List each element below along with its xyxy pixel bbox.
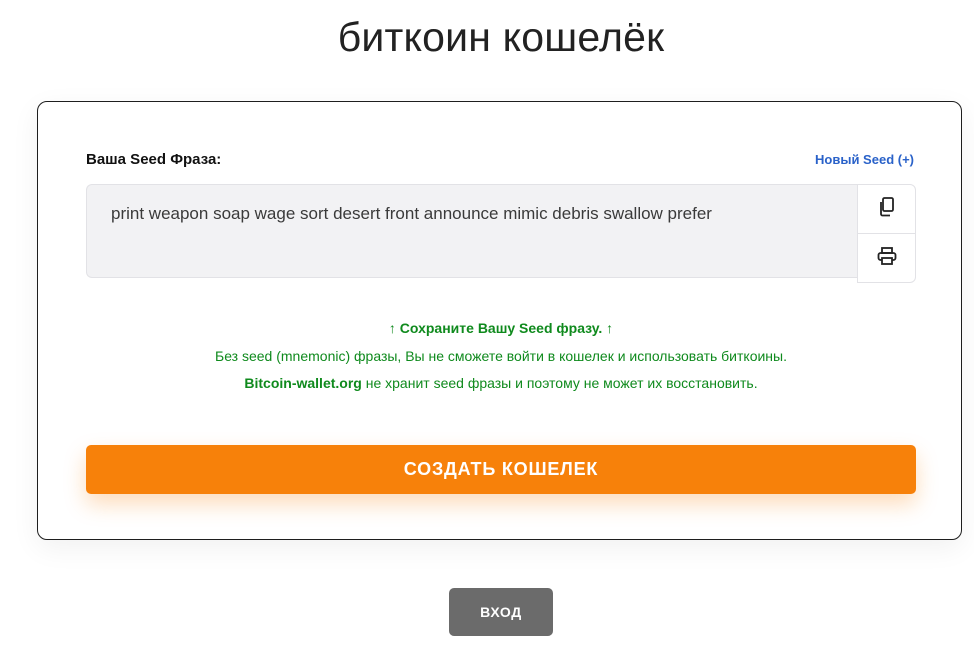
print-button[interactable] (858, 234, 915, 282)
printer-icon (877, 246, 897, 270)
login-button[interactable]: ВХОД (449, 588, 553, 636)
page: биткоин кошелёк Ваша Seed Фраза: Новый S… (0, 0, 974, 660)
seed-actions (857, 184, 916, 283)
copy-button[interactable] (858, 185, 915, 234)
create-wallet-button[interactable]: СОЗДАТЬ КОШЕЛЕК (86, 445, 916, 494)
copy-icon (878, 196, 896, 222)
save-seed-notice: ↑ Сохраните Вашу Seed фразу. ↑ (388, 320, 614, 336)
seed-card: Ваша Seed Фраза: Новый Seed (+) print we… (37, 101, 962, 540)
seed-phrase-label: Ваша Seed Фраза: (86, 151, 222, 168)
new-seed-link[interactable]: Новый Seed (+) (815, 152, 914, 167)
storage-disclaimer-text: не хранит seed фразы и поэтому не может … (361, 375, 758, 391)
storage-disclaimer: Bitcoin-wallet.org не хранит seed фразы … (86, 375, 916, 391)
brand-name: Bitcoin-wallet.org (244, 375, 362, 391)
seed-phrase-box[interactable]: print weapon soap wage sort desert front… (86, 184, 857, 278)
page-title: биткоин кошелёк (337, 14, 665, 60)
seed-warning-text: Без seed (mnemonic) фразы, Вы не сможете… (215, 348, 787, 364)
seed-phrase-text: print weapon soap wage sort desert front… (111, 204, 712, 223)
